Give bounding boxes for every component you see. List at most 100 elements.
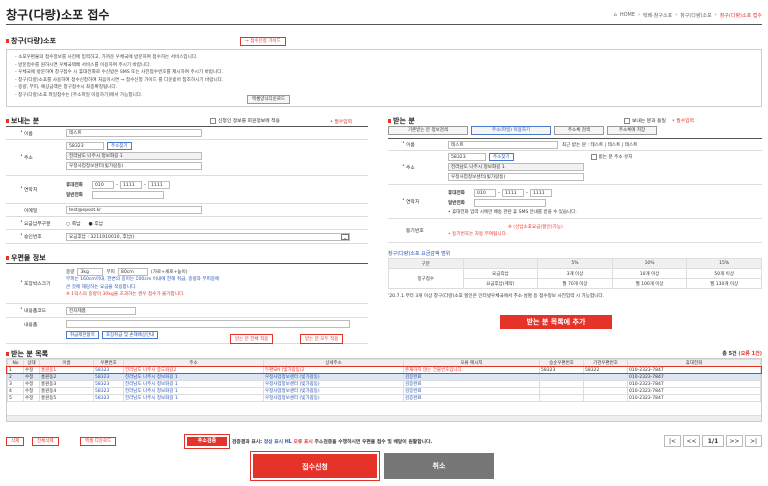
prev-page-icon[interactable]: << <box>683 435 700 447</box>
keep-address-checkbox[interactable] <box>590 154 597 160</box>
table-cell: 4 <box>7 387 24 395</box>
parcel-section-title: 우편물 정보 <box>6 253 46 263</box>
breadcrumb-item[interactable]: 택배·창구소포 <box>643 12 672 19</box>
title-divider <box>6 24 762 25</box>
receiver-mobile-2[interactable]: 1111 <box>502 188 524 197</box>
rate-table: 구분 5% 10% 15% 창구접수 요금즉납 3개 이상 10개 이상 50개 이상 요금후… <box>388 258 762 300</box>
home-icon[interactable]: ⌂ <box>614 12 617 19</box>
content-desc-input[interactable] <box>66 320 350 328</box>
excel-template-button[interactable]: 엑셀양식다운로드 <box>247 95 291 104</box>
table-cell: 2 <box>7 373 24 381</box>
sender-tel-input[interactable] <box>92 190 164 199</box>
table-cell: 전라남도 나주시 정보화길 1 <box>123 380 264 388</box>
receiver-address1-input[interactable]: 전라남도 나주시 정보화길 1 <box>448 163 584 171</box>
table-cell: 우정사업정보센터 (빛가람동) <box>263 373 404 381</box>
sender-address2-input[interactable]: 우정사업정보센터(빛가람동) <box>66 162 202 170</box>
pay-radio-deferred[interactable]: ● 후납 <box>89 220 104 227</box>
sender-name-input[interactable]: 테스트 <box>66 129 202 137</box>
sender-mobile-1[interactable]: 010 <box>92 180 114 189</box>
receiver-section-title: 받는 분 <box>388 116 415 126</box>
table-cell: 홍원동1 <box>39 366 94 374</box>
receiver-find-address-button[interactable]: 주소찾기 <box>489 153 514 161</box>
apply-guide-button[interactable]: → 접수신청 가이드 <box>240 37 286 46</box>
table-cell: 존재하지 않는 건물번호입니다. <box>403 366 540 374</box>
sender-form: 이름 테스트 주소 58323 주소찾기 전라남도 나주시 정보화길 1 우정사업정… <box>6 126 368 244</box>
table-cell: 전라남도 나주시 중도화길2 <box>123 366 264 374</box>
receiver-mobile-1[interactable]: 010 <box>474 188 496 197</box>
breadcrumb-item[interactable]: 창구(다량)소포 <box>680 12 712 19</box>
sender-address1-input[interactable]: 전라남도 나주시 정보화길 1 <box>66 152 202 160</box>
guide-item: - 창구(다량)소포 파일접수는 [주소파일 이용하기]에서 가능합니다. <box>15 92 143 98</box>
submit-button[interactable]: 접수신청 <box>253 454 377 478</box>
tab-existing-search[interactable]: 기존받는 분 정보검색 <box>388 126 468 135</box>
next-page-icon[interactable]: >> <box>726 435 743 447</box>
table-cell: 58323 <box>93 380 124 388</box>
pagination: |< << 1/1 >> >| <box>664 435 762 447</box>
table-cell <box>539 394 584 402</box>
table-cell: 수정 <box>23 387 40 395</box>
receiver-zip-input[interactable]: 58323 <box>448 153 486 161</box>
table-cell <box>539 373 584 381</box>
apply-all-button[interactable]: 받는 분 전체 적용 <box>230 334 274 344</box>
table-row[interactable]: 2 수정 홍원동2 58323 전라남도 나주시 정보화길 1 우정사업정보센터 (빛가람… <box>7 373 761 381</box>
delete-all-button[interactable]: 전체삭제 <box>32 437 59 446</box>
receiver-tel-input[interactable] <box>474 198 546 207</box>
table-cell <box>539 387 584 395</box>
required-note: • 필수입력 <box>330 120 353 125</box>
restricted-items-button[interactable]: 취급제한품목 <box>66 331 99 339</box>
receiver-address2-input[interactable]: 우정사업정보센터(빛가람동) <box>448 173 584 181</box>
pay-radio-immediate[interactable]: ○ 즉납 <box>66 220 81 227</box>
sender-mobile-2[interactable]: 1111 <box>120 180 142 189</box>
table-cell: 수정 <box>23 373 40 381</box>
content-type-select[interactable]: 전자제품 <box>66 306 136 315</box>
table-cell: 홍원동2 <box>39 373 94 381</box>
save-member-checkbox[interactable] <box>210 117 216 124</box>
table-cell: 전라남도 나주시 정보화길 1 <box>123 387 264 395</box>
table-row[interactable]: 3 수정 홍원동3 58323 전라남도 나주시 정보화길 1 우정사업정보센터 (빛가람… <box>7 380 761 388</box>
approval-select[interactable]: 요금후납 : 3211910010, 후납() ⌄ <box>66 232 350 241</box>
cancel-button[interactable]: 취소 <box>384 453 494 479</box>
table-cell: 58323 <box>93 373 124 381</box>
table-row[interactable]: 5 수정 홍원동5 58323 전라남도 나주시 정보화길 1 우정사업정보센터 (빛가람… <box>7 394 761 402</box>
sender-zip-input[interactable]: 58323 <box>66 142 104 150</box>
receiver-name-input[interactable]: 테스트 <box>448 140 558 149</box>
breadcrumb-item[interactable]: HOME <box>620 12 635 19</box>
sender-find-address-button[interactable]: 주소찾기 <box>107 142 132 150</box>
apply-all-receivers-button[interactable]: 받는 분 모두 적용 <box>300 334 344 344</box>
receiver-tabs: 기존받는 분 정보검색 주소(파일) 이용하기 주소록 검색 주소록에 저장 <box>388 126 657 135</box>
sender-mobile-3[interactable]: 1111 <box>148 180 170 189</box>
same-as-sender-checkbox[interactable] <box>624 117 630 124</box>
horizontal-scrollbar[interactable] <box>7 415 761 421</box>
table-cell: 전라남도 나주시 정보화길 1 <box>123 394 264 402</box>
table-cell: 검증완료 <box>403 373 540 381</box>
sender-email-input[interactable]: test@epost.kr <box>66 206 202 214</box>
table-row[interactable]: 4 수정 홍원동4 58323 전라남도 나주시 정보화길 1 우정사업정보센터 (빛가람… <box>7 387 761 395</box>
tab-file-upload[interactable]: 주소(파일) 이용하기 <box>471 126 551 135</box>
last-page-icon[interactable]: >| <box>745 435 762 447</box>
table-cell: 홍원동4 <box>39 387 94 395</box>
guide-item: - 창구(다량)소포를 사용하여 접수신청하여 처음이시면 → 접수신청 가이드… <box>15 77 224 83</box>
table-row[interactable]: 1 수정 홍원동1 58323 전라남도 나주시 중도화길2 두편SM (빛가람동)2 존재… <box>7 366 761 374</box>
breadcrumb-current: 창구(다량)소포 접수 <box>719 13 762 19</box>
table-cell: 전라남도 나주시 정보화길 1 <box>123 373 264 381</box>
volume-select[interactable]: 80cm <box>117 268 148 277</box>
excel-download-button[interactable]: 엑셀 다운로드 <box>80 437 117 446</box>
delete-button[interactable]: 삭제 <box>6 437 25 446</box>
table-cell: 58323 <box>93 387 124 395</box>
table-cell <box>539 380 584 388</box>
table-cell: 수정 <box>23 366 40 374</box>
table-cell: 58323 <box>93 394 124 402</box>
address-verify-button[interactable]: 주소검증 <box>187 437 227 446</box>
table-cell: 58322 <box>583 366 628 374</box>
weight-select[interactable]: 3kg <box>77 268 104 277</box>
tab-addressbook-save[interactable]: 주소록에 저장 <box>607 126 657 135</box>
receiver-form: 이름 테스트 최근 받는 분 : 테스트 | 테스트 | 테스트 주소 58323 주… <box>388 138 762 243</box>
first-page-icon[interactable]: |< <box>664 435 681 447</box>
add-to-list-button[interactable]: 받는 분 목록에 추가 <box>500 315 612 329</box>
tab-addressbook-search[interactable]: 주소록 검색 <box>554 126 604 135</box>
receiver-mobile-3[interactable]: 1111 <box>530 188 552 197</box>
table-cell: 58323 <box>539 366 584 374</box>
damage-info-button[interactable]: 포장취급 및 손해배상안내 <box>101 331 159 339</box>
guide-item: - 중량, 부피, 예상금액은 창구접수시 최종확정됩니다. <box>15 85 118 91</box>
breadcrumb: ⌂ HOME › 택배·창구소포 › 창구(다량)소포 › 창구(다량)소포 접수 <box>613 12 762 19</box>
